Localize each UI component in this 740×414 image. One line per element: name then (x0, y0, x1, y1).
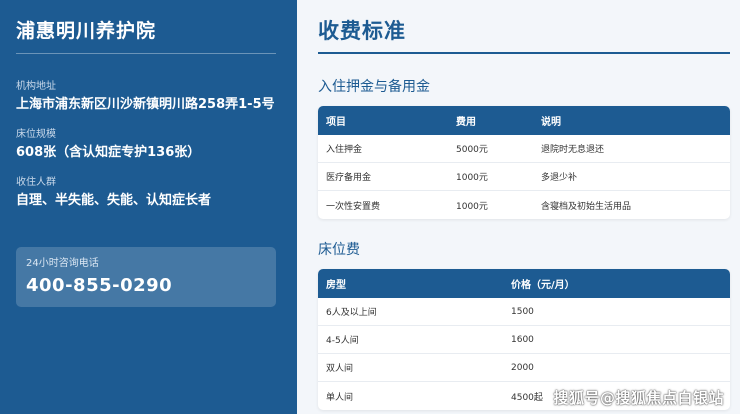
watermark: 搜狐号@搜狐焦点白银站 (553, 389, 724, 407)
table-row: 双人间 2000 (318, 354, 730, 382)
table-cell: 医疗备用金 (326, 173, 372, 183)
column-header-fee: 费用 (456, 117, 476, 128)
divider (16, 53, 276, 54)
table-cell: 单人间 (326, 392, 354, 403)
sidebar: 浦惠明川养护院 机构地址 上海市浦东新区川沙新镇明川路258弄1-5号 床位规模… (0, 0, 297, 414)
table-cell: 一次性安置费 (326, 201, 381, 212)
table-cell: 5000元 (456, 145, 488, 155)
column-header-item: 项目 (326, 117, 346, 128)
deposit-table: 项目 费用 说明 入住押金 5000元 退院时无息退还 医疗备用金 1000元 … (318, 106, 730, 219)
table-cell: 1000元 (456, 201, 488, 212)
table-cell: 1000元 (456, 173, 488, 183)
column-header-room-type: 房型 (326, 280, 346, 291)
table-cell: 4-5人间 (326, 336, 359, 346)
table-cell: 6人及以上间 (326, 308, 377, 318)
phone-number[interactable]: 400-855-0290 (26, 275, 266, 297)
org-name: 浦惠明川养护院 (16, 20, 157, 42)
table-cell: 1600 (511, 334, 534, 345)
beds-label: 床位规模 (16, 129, 56, 140)
title-divider (318, 52, 730, 54)
audience-label: 收住人群 (16, 177, 56, 188)
address-value: 上海市浦东新区川沙新镇明川路258弄1-5号 (16, 97, 275, 112)
column-header-price: 价格（元/月） (511, 280, 575, 291)
table-cell: 多退少补 (541, 173, 578, 183)
column-header-note: 说明 (541, 117, 561, 128)
table-row: 一次性安置费 1000元 含寝档及初始生活用品 (318, 191, 730, 219)
phone-label: 24小时咨询电话 (26, 258, 99, 269)
address-label: 机构地址 (16, 81, 56, 92)
deposit-section-title: 入住押金与备用金 (318, 79, 430, 95)
deposit-table-header: 项目 费用 说明 (318, 106, 730, 135)
phone-card: 24小时咨询电话 400-855-0290 (16, 247, 276, 307)
main-content: 收费标准 入住押金与备用金 项目 费用 说明 入住押金 5000元 退院时无息退… (297, 0, 740, 414)
table-cell: 退院时无息退还 (541, 145, 605, 155)
bed-section-title: 床位费 (318, 242, 360, 258)
page-title: 收费标准 (318, 19, 406, 43)
beds-value: 608张（含认知症专护136张） (16, 145, 201, 160)
audience-value: 自理、半失能、失能、认知症长者 (16, 193, 212, 208)
table-cell: 含寝档及初始生活用品 (541, 201, 632, 212)
table-cell: 1500 (511, 306, 534, 317)
table-row: 4-5人间 1600 (318, 326, 730, 354)
table-cell: 双人间 (326, 364, 354, 374)
bed-table-header: 房型 价格（元/月） (318, 269, 730, 298)
table-row: 医疗备用金 1000元 多退少补 (318, 163, 730, 191)
table-cell: 2000 (511, 362, 534, 373)
table-cell: 入住押金 (326, 145, 363, 155)
table-row: 6人及以上间 1500 (318, 298, 730, 326)
table-row: 入住押金 5000元 退院时无息退还 (318, 135, 730, 163)
